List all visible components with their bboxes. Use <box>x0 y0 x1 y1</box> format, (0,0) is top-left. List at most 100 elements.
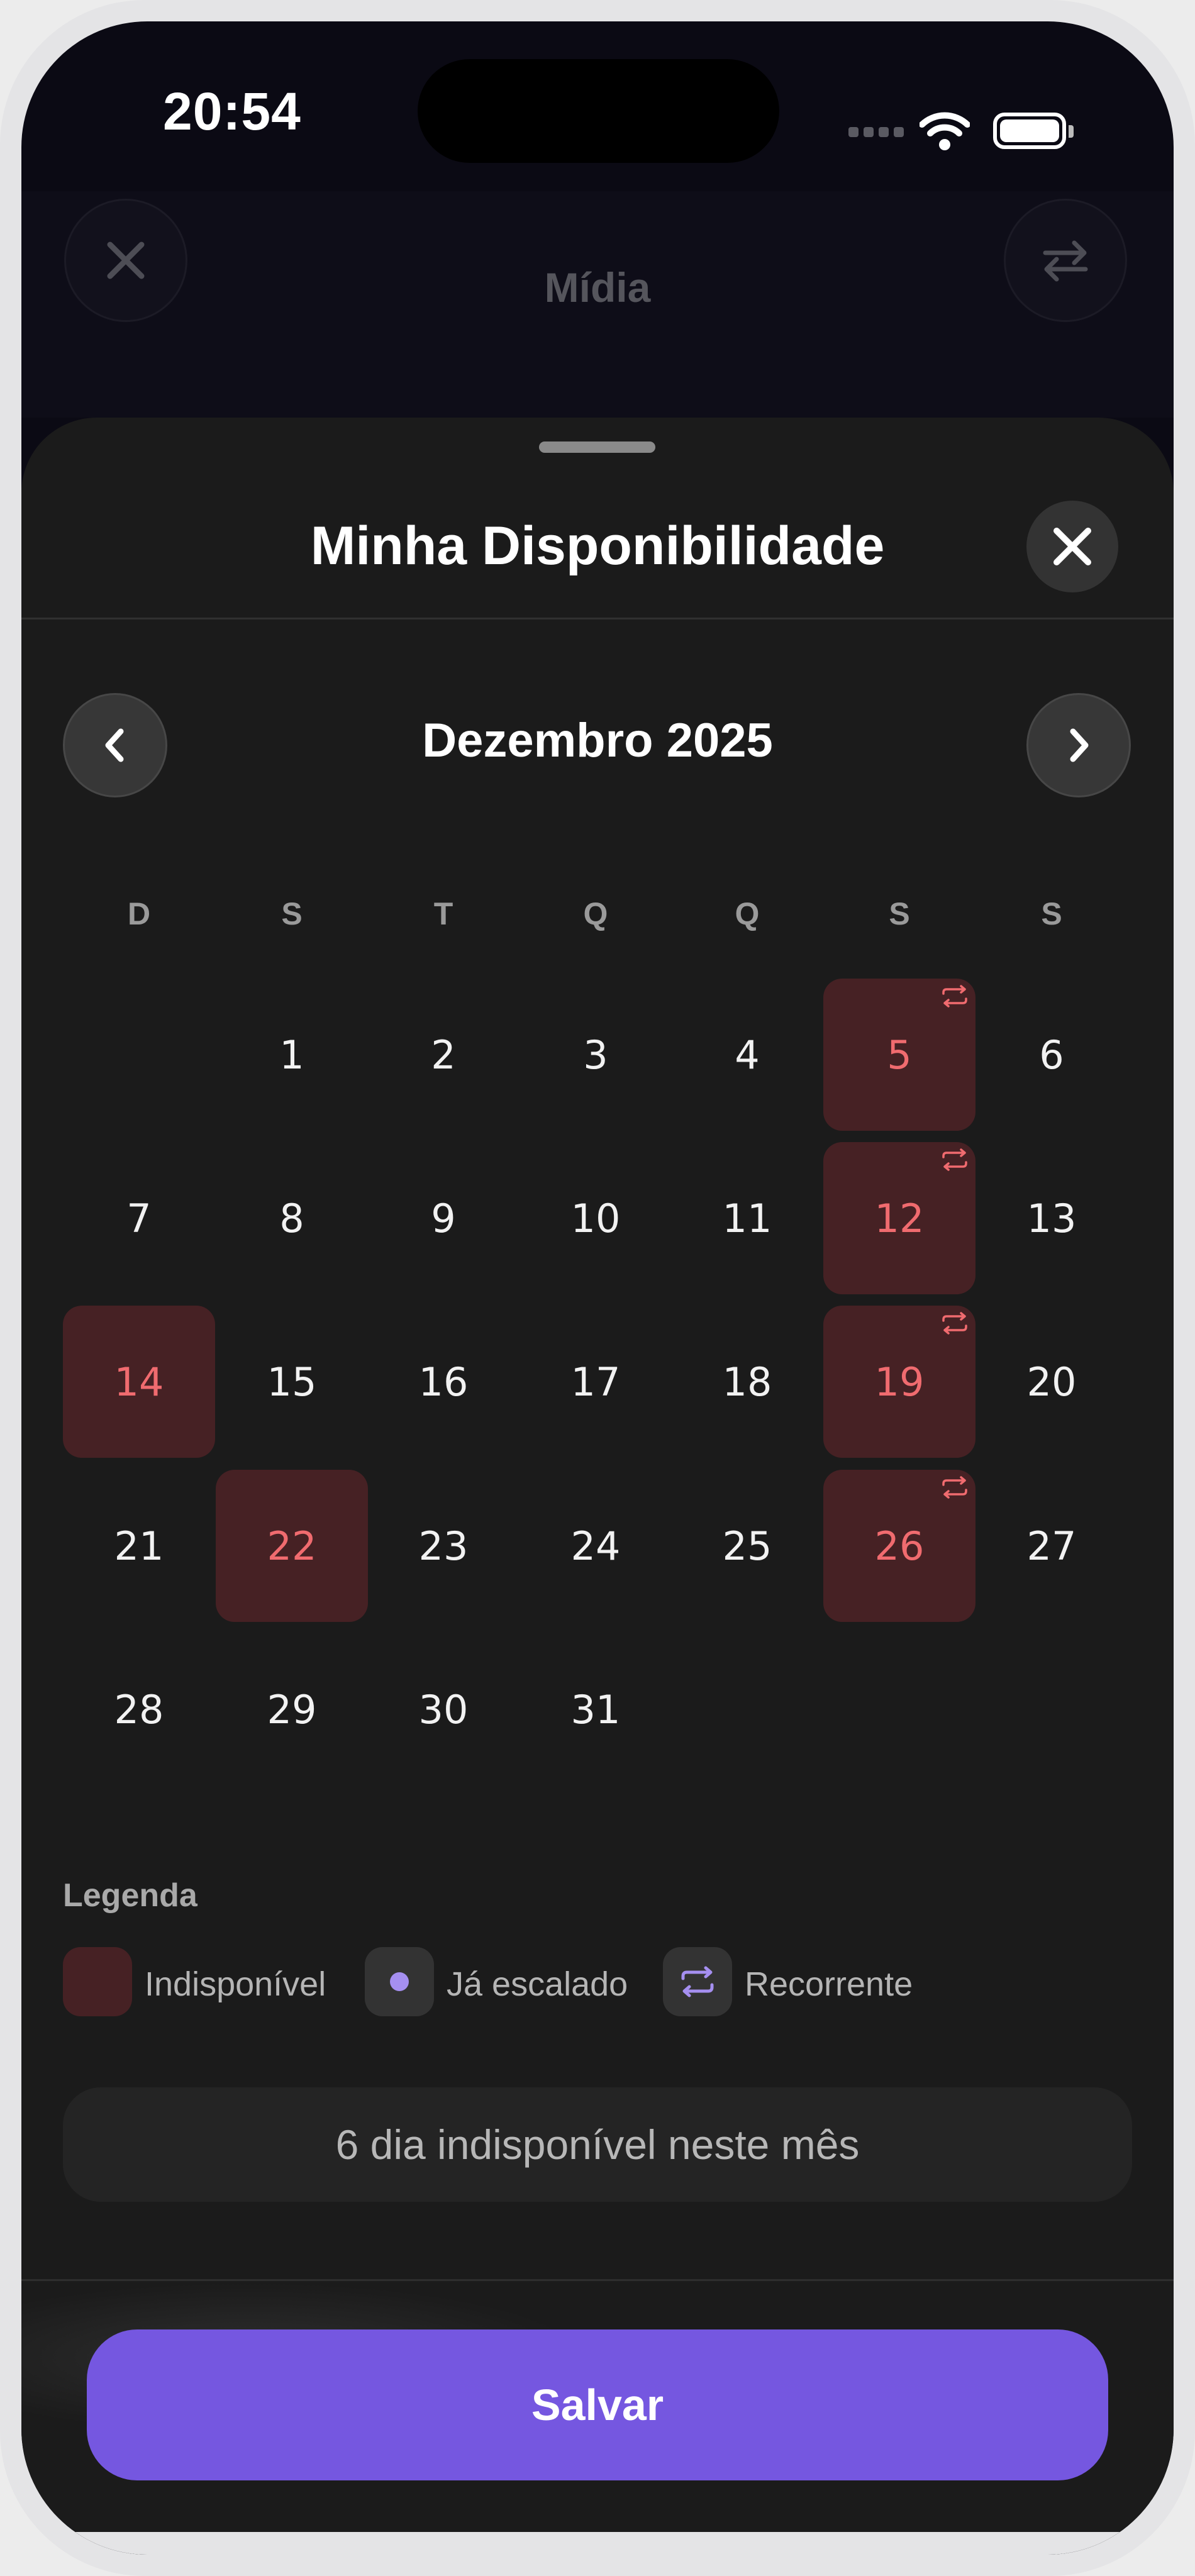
month-label: Dezembro 2025 <box>422 714 773 767</box>
calendar-day-25[interactable]: 25 <box>671 1470 823 1622</box>
footer-divider <box>21 2279 1174 2281</box>
legend-title: Legenda <box>63 1877 197 1914</box>
unavailable-summary: 6 dia indisponível neste mês <box>63 2087 1132 2202</box>
calendar-day-number: 27 <box>1026 1523 1077 1569</box>
screen: 20:54 Mídia Minha Disponibilidade Dezemb… <box>21 21 1174 2555</box>
repeat-icon <box>942 1148 967 1171</box>
calendar-day-number: 30 <box>418 1686 469 1733</box>
sheet-title: Minha Disponibilidade <box>310 516 885 576</box>
calendar-day-23[interactable]: 23 <box>367 1470 520 1622</box>
calendar-day-number: 22 <box>267 1523 317 1569</box>
calendar-day-13[interactable]: 13 <box>975 1142 1128 1294</box>
calendar-day-11[interactable]: 11 <box>671 1142 823 1294</box>
chevron-right-icon <box>1070 728 1089 762</box>
calendar-day-number: 31 <box>570 1686 621 1733</box>
calendar-day-number: 23 <box>418 1523 469 1569</box>
calendar-day-6[interactable]: 6 <box>975 979 1128 1131</box>
calendar-day-9[interactable]: 9 <box>367 1142 520 1294</box>
repeat-icon <box>942 1312 967 1335</box>
calendar-day-29[interactable]: 29 <box>216 1633 368 1785</box>
calendar-day-28[interactable]: 28 <box>63 1633 215 1785</box>
weekday-label: T <box>433 896 453 931</box>
calendar-day-5[interactable]: 5 <box>823 979 975 1131</box>
repeat-icon <box>681 1966 714 1997</box>
weekday-label: S <box>281 896 303 931</box>
calendar-day-19[interactable]: 19 <box>823 1306 975 1458</box>
calendar-day-number: 29 <box>267 1686 317 1733</box>
repeat-icon <box>942 985 967 1008</box>
calendar-day-20[interactable]: 20 <box>975 1306 1128 1458</box>
legend-recurring-swatch <box>663 1947 732 2016</box>
legend-recurring-label: Recorrente <box>745 1965 913 2003</box>
cellular-signal-icon <box>848 127 905 137</box>
calendar-day-number: 11 <box>722 1195 772 1241</box>
calendar-day-number: 17 <box>570 1358 621 1405</box>
repeat-icon <box>942 1476 967 1499</box>
calendar-day-number: 19 <box>874 1358 925 1405</box>
close-icon <box>1053 528 1091 565</box>
close-button[interactable] <box>1026 501 1118 592</box>
calendar-day-number: 8 <box>279 1195 304 1241</box>
legend-unavailable-label: Indisponível <box>145 1965 326 2003</box>
calendar-day-2[interactable]: 2 <box>367 979 520 1131</box>
save-button[interactable]: Salvar <box>87 2329 1108 2480</box>
calendar-day-18[interactable]: 18 <box>671 1306 823 1458</box>
calendar-day-15[interactable]: 15 <box>216 1306 368 1458</box>
sheet-grabber[interactable] <box>539 441 655 453</box>
legend-scheduled-swatch <box>365 1947 434 2016</box>
calendar-day-27[interactable]: 27 <box>975 1470 1128 1622</box>
dynamic-island <box>418 59 779 163</box>
calendar-day-number: 7 <box>126 1195 152 1241</box>
calendar-day-8[interactable]: 8 <box>216 1142 368 1294</box>
next-month-button[interactable] <box>1026 693 1131 797</box>
calendar-day-10[interactable]: 10 <box>520 1142 672 1294</box>
calendar-day-22[interactable]: 22 <box>216 1470 368 1622</box>
calendar-day-number: 13 <box>1026 1195 1077 1241</box>
legend-unavailable-swatch <box>63 1947 132 2016</box>
calendar-day-16[interactable]: 16 <box>367 1306 520 1458</box>
calendar-day-17[interactable]: 17 <box>520 1306 672 1458</box>
calendar-day-number: 26 <box>874 1523 925 1569</box>
calendar-day-number: 9 <box>431 1195 456 1241</box>
weekday-label: S <box>1041 896 1062 931</box>
calendar-day-1[interactable]: 1 <box>216 979 368 1131</box>
swap-arrows-icon <box>1043 240 1088 282</box>
calendar-day-number: 14 <box>114 1358 164 1405</box>
calendar-day-number: 15 <box>267 1358 317 1405</box>
calendar-day-4[interactable]: 4 <box>671 979 823 1131</box>
calendar-day-number: 10 <box>570 1195 621 1241</box>
calendar-day-number: 12 <box>874 1195 925 1241</box>
calendar-day-24[interactable]: 24 <box>520 1470 672 1622</box>
scheduled-dot-icon <box>390 1972 409 1991</box>
bottom-bezel <box>21 2532 1174 2555</box>
weekday-label: Q <box>735 896 760 931</box>
calendar-day-number: 3 <box>583 1031 608 1078</box>
status-time: 20:54 <box>163 82 301 141</box>
calendar-day-3[interactable]: 3 <box>520 979 672 1131</box>
weekday-label: Q <box>583 896 608 931</box>
calendar-day-31[interactable]: 31 <box>520 1633 672 1785</box>
calendar-day-26[interactable]: 26 <box>823 1470 975 1622</box>
legend-scheduled-label: Já escalado <box>447 1965 628 2003</box>
calendar-day-14[interactable]: 14 <box>63 1306 215 1458</box>
battery-icon <box>993 113 1074 149</box>
wifi-icon <box>920 112 970 150</box>
calendar-day-number: 16 <box>418 1358 469 1405</box>
calendar-day-number: 25 <box>722 1523 772 1569</box>
weekday-label: S <box>889 896 910 931</box>
calendar-day-number: 6 <box>1039 1031 1064 1078</box>
calendar-day-number: 24 <box>570 1523 621 1569</box>
calendar-day-number: 2 <box>431 1031 456 1078</box>
calendar-day-12[interactable]: 12 <box>823 1142 975 1294</box>
calendar-day-number: 4 <box>735 1031 760 1078</box>
calendar-day-number: 20 <box>1026 1358 1077 1405</box>
calendar-day-7[interactable]: 7 <box>63 1142 215 1294</box>
availability-sheet: Minha Disponibilidade Dezembro 2025 D S T Q… <box>21 418 1174 2555</box>
calendar-day-21[interactable]: 21 <box>63 1470 215 1622</box>
calendar-day-number: 21 <box>114 1523 164 1569</box>
weekday-label: D <box>127 896 151 931</box>
calendar-day-number: 1 <box>279 1031 304 1078</box>
calendar-day-30[interactable]: 30 <box>367 1633 520 1785</box>
calendar-day-number: 18 <box>722 1358 772 1405</box>
calendar-day-number: 28 <box>114 1686 164 1733</box>
